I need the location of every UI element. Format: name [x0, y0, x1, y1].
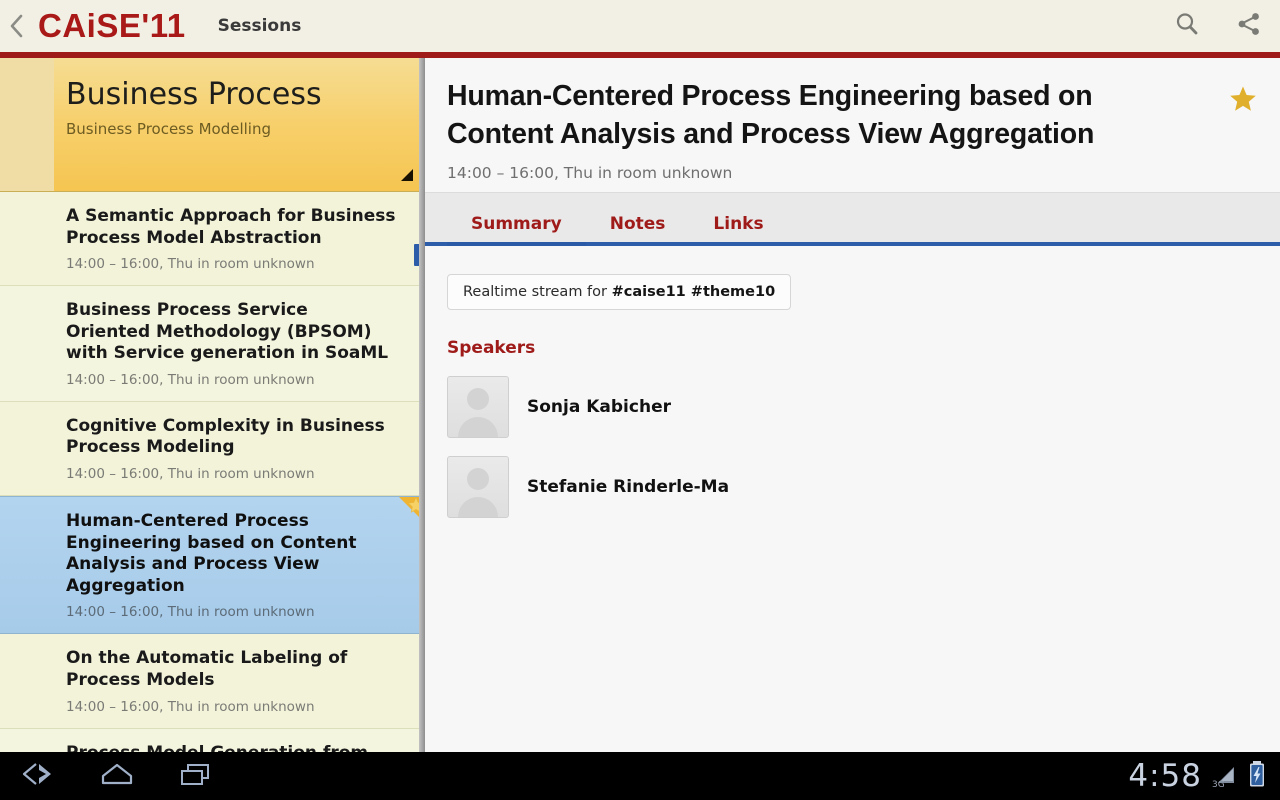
android-recents-button[interactable]: [156, 752, 234, 800]
list-item-title: Process Model Generation from Natural La…: [66, 743, 397, 752]
avatar-head: [467, 387, 489, 410]
battery-charging-icon: [1248, 760, 1266, 792]
list-item-title: Human-Centered Process Engineering based…: [66, 511, 357, 596]
android-back-button[interactable]: [0, 752, 78, 800]
list-item-time: 14:00 – 16:00, Thu in room unknown: [66, 256, 315, 273]
tablet-screen: CAiSE'11 Sessions Business Process Busin…: [0, 0, 1280, 800]
page-title: Sessions: [217, 16, 302, 36]
list-item-title: Cognitive Complexity in Business Process…: [66, 415, 385, 458]
avatar-body: [458, 496, 498, 517]
session-subtitle: Business Process Modelling: [66, 119, 271, 138]
avatar-head: [467, 467, 489, 490]
speaker-row[interactable]: Sonja Kabicher: [447, 375, 1258, 438]
share-button[interactable]: [1218, 0, 1280, 52]
app-logo[interactable]: CAiSE'11: [38, 7, 186, 45]
list-item[interactable]: Business Process Service Oriented Method…: [0, 286, 425, 402]
search-button[interactable]: [1156, 0, 1218, 52]
chevron-left-icon: [9, 13, 25, 39]
star-filled-icon: [1228, 86, 1258, 118]
speaker-name: Stefanie Rinderle-Ma: [527, 476, 730, 497]
android-system-bar: 4:58 3G: [0, 752, 1280, 800]
session-items-list[interactable]: A Semantic Approach for Business Process…: [0, 192, 425, 752]
detail-time: 14:00 – 16:00, Thu in room unknown: [447, 163, 733, 182]
tab-label: Summary: [471, 213, 562, 234]
list-item-selected[interactable]: Human-Centered Process Engineering based…: [0, 496, 425, 635]
person-placeholder-icon: [447, 375, 509, 438]
list-item[interactable]: Cognitive Complexity in Business Process…: [0, 401, 425, 497]
tab-label: Notes: [609, 213, 666, 234]
tab-label: Links: [713, 213, 764, 234]
stream-tags: #caise11 #theme10: [611, 283, 776, 300]
android-back-icon: [19, 761, 59, 791]
session-header-card[interactable]: Business Process Business Process Modell…: [0, 58, 425, 192]
detail-body: Realtime stream for #caise11 #theme10 Sp…: [425, 246, 1280, 518]
list-item[interactable]: A Semantic Approach for Business Process…: [0, 192, 425, 287]
android-home-icon: [97, 761, 137, 791]
speaker-row[interactable]: Stefanie Rinderle-Ma: [447, 455, 1258, 518]
search-icon: [1174, 11, 1200, 41]
detail-title: Human-Centered Process Engineering based…: [447, 80, 1095, 150]
session-name: Business Process: [66, 77, 322, 112]
speakers-heading: Speakers: [447, 337, 536, 358]
signal-bars-icon: 3G: [1212, 763, 1238, 790]
active-tab-indicator: [447, 241, 586, 246]
network-type-label: 3G: [1212, 780, 1225, 790]
status-clock: 4:58: [1128, 758, 1202, 794]
person-placeholder-icon: [447, 455, 509, 518]
list-item-title: Business Process Service Oriented Method…: [66, 300, 389, 364]
action-bar: CAiSE'11 Sessions: [0, 0, 1280, 52]
session-detail-pane: Human-Centered Process Engineering based…: [425, 58, 1280, 752]
list-item-time: 14:00 – 16:00, Thu in room unknown: [66, 466, 315, 483]
share-icon: [1236, 11, 1262, 41]
back-button[interactable]: [0, 0, 34, 52]
speaker-name: Sonja Kabicher: [527, 396, 671, 417]
list-item-time: 14:00 – 16:00, Thu in room unknown: [66, 698, 315, 715]
list-item-title: A Semantic Approach for Business Process…: [66, 206, 396, 248]
list-item-time: 14:00 – 16:00, Thu in room unknown: [66, 371, 315, 388]
stream-prefix: Realtime stream for: [463, 283, 612, 300]
favorite-toggle-button[interactable]: [1228, 84, 1258, 118]
app-logo-text: CAiSE'11: [38, 7, 186, 44]
session-list-pane: Business Process Business Process Modell…: [0, 58, 425, 752]
list-item[interactable]: Process Model Generation from Natural La…: [0, 728, 425, 752]
list-item-time: 14:00 – 16:00, Thu in room unknown: [66, 604, 315, 621]
list-item-title: On the Automatic Labeling of Process Mod…: [66, 648, 348, 690]
realtime-stream-button[interactable]: Realtime stream for #caise11 #theme10: [447, 273, 792, 310]
android-recents-icon: [175, 761, 215, 791]
avatar-body: [458, 416, 498, 437]
android-home-button[interactable]: [78, 752, 156, 800]
session-header-content: Business Process Business Process Modell…: [0, 58, 425, 138]
expand-corner-triangle-icon[interactable]: [401, 169, 413, 181]
detail-header: Human-Centered Process Engineering based…: [425, 58, 1280, 192]
list-item[interactable]: On the Automatic Labeling of Process Mod…: [0, 634, 425, 729]
detail-tabs: Summary Notes Links: [425, 191, 1280, 246]
